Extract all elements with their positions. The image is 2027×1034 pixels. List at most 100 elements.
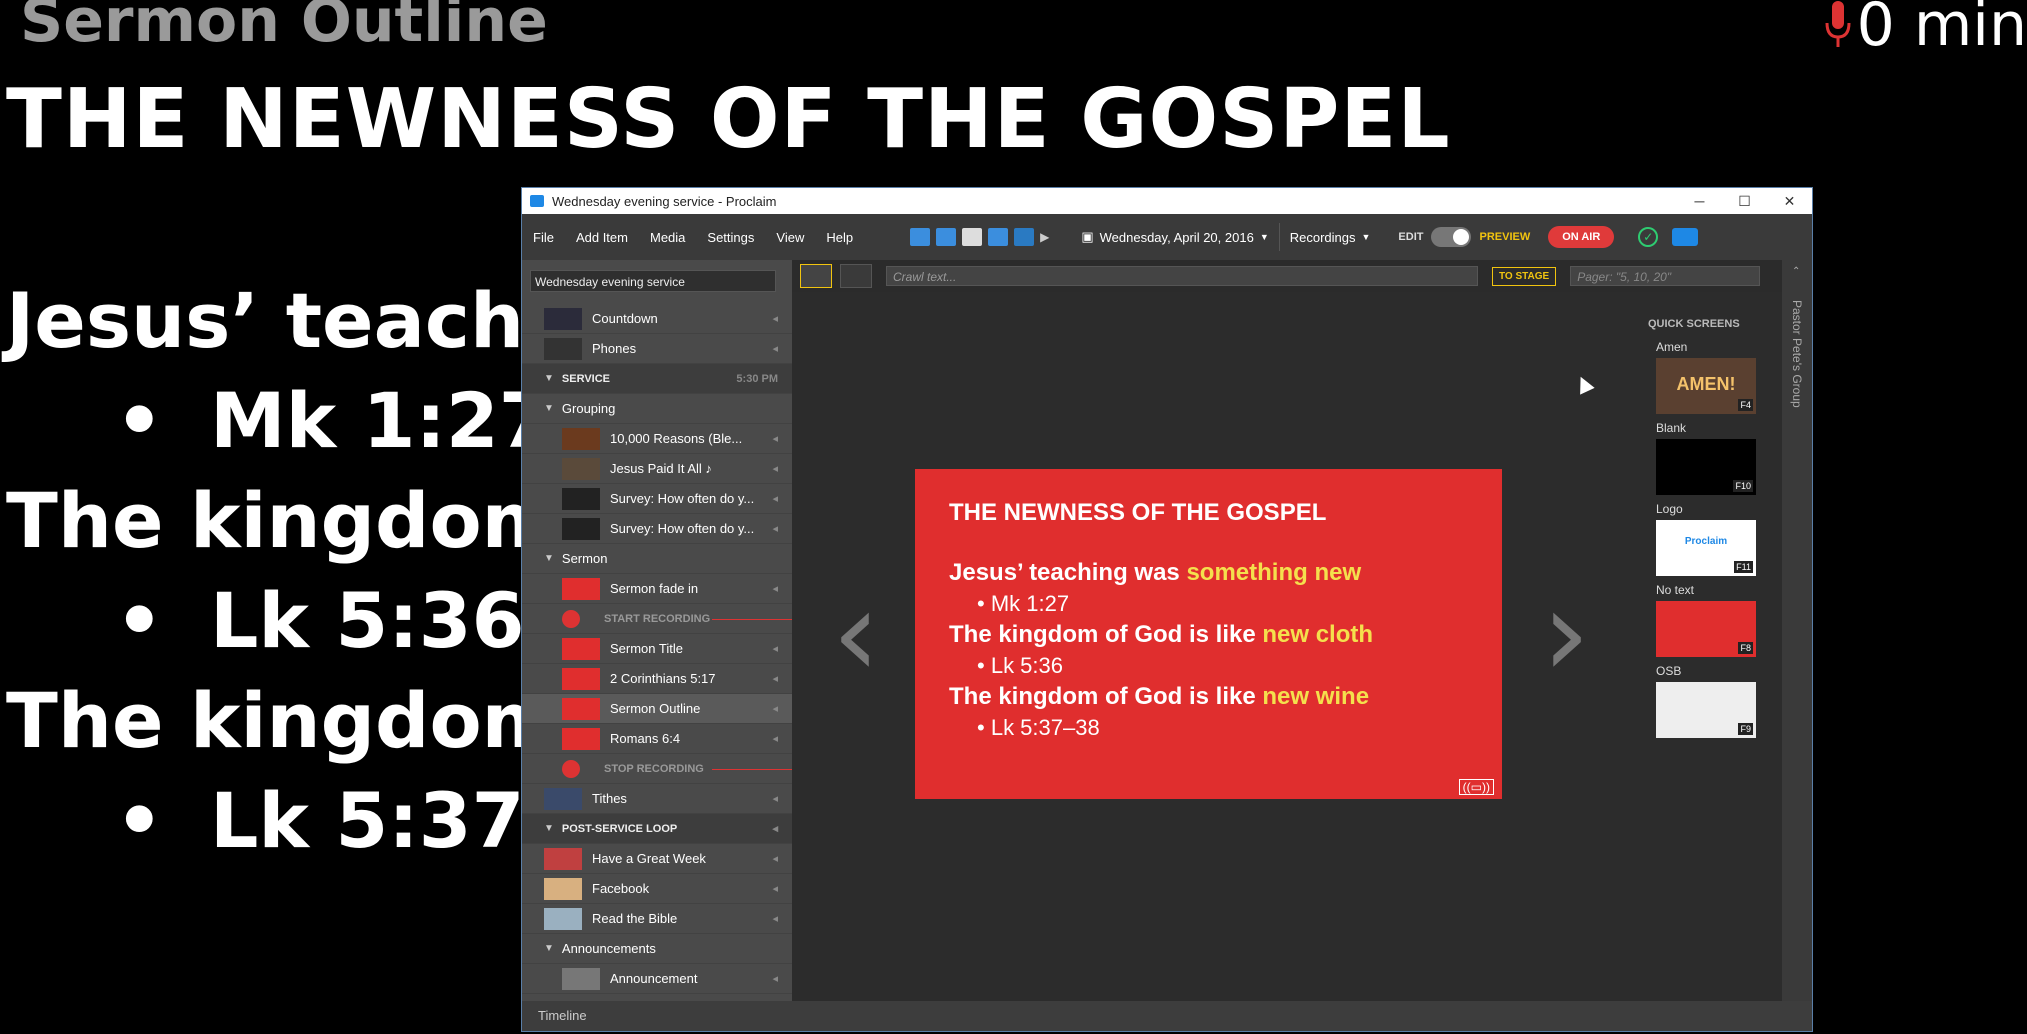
- service-item[interactable]: Facebook ◂: [522, 874, 792, 904]
- quick-screens-title: QUICK SCREENS: [1648, 318, 1740, 330]
- service-item[interactable]: Tithes ◂: [522, 784, 792, 814]
- menu-settings[interactable]: Settings: [696, 230, 765, 245]
- quick-screen-thumbnail[interactable]: F10: [1656, 439, 1756, 495]
- expand-chevron-icon[interactable]: ▼: [544, 403, 554, 414]
- group-header[interactable]: ▼ Grouping: [522, 394, 792, 424]
- service-item[interactable]: Have a Great Week ◂: [522, 844, 792, 874]
- menu-media[interactable]: Media: [639, 230, 696, 245]
- volume-icon[interactable]: ◂: [772, 342, 778, 355]
- close-icon[interactable]: ✕: [1767, 188, 1812, 214]
- expand-chevron-icon[interactable]: ▼: [544, 553, 554, 564]
- volume-icon[interactable]: ◂: [772, 852, 778, 865]
- service-sidebar: Wednesday evening service Countdown ◂ Phon…: [522, 260, 792, 1002]
- service-item[interactable]: 10,000 Reasons (Ble... ◂: [522, 424, 792, 454]
- expand-chevron-icon[interactable]: ▼: [544, 823, 554, 834]
- quick-screen-item[interactable]: Amen AMEN! F4: [1656, 340, 1756, 414]
- person-photo-icon[interactable]: [962, 228, 983, 246]
- slide-thumb-icon[interactable]: [936, 228, 957, 246]
- expand-chevron-icon[interactable]: ▼: [544, 943, 554, 954]
- section-header[interactable]: ▼ SERVICE 5:30 PM: [522, 364, 792, 394]
- section-header[interactable]: ▼ POST-SERVICE LOOP ◂: [522, 814, 792, 844]
- quick-screen-item[interactable]: OSB F9: [1656, 664, 1756, 738]
- group-header[interactable]: ▼ Sermon: [522, 544, 792, 574]
- pager-input[interactable]: Pager: "5, 10, 20": [1570, 266, 1761, 286]
- service-item[interactable]: Romans 6:4 ◂: [522, 724, 792, 754]
- menu-file[interactable]: File: [522, 230, 565, 245]
- service-item[interactable]: Announcement ◂: [522, 964, 792, 994]
- quick-screen-item[interactable]: No text F8: [1656, 583, 1756, 657]
- section-time: 5:30 PM: [736, 372, 778, 385]
- maximize-icon[interactable]: ☐: [1722, 188, 1767, 214]
- menu-add-item[interactable]: Add Item: [565, 230, 639, 245]
- volume-icon[interactable]: ◂: [772, 882, 778, 895]
- service-name-field[interactable]: Wednesday evening service: [530, 270, 776, 292]
- grid-view-icon[interactable]: [840, 264, 872, 288]
- timeline-bar[interactable]: Timeline: [522, 1001, 1812, 1031]
- stage-bullet-3: • Lk 5:37–: [115, 776, 563, 865]
- service-item[interactable]: Jesus Paid It All ♪ ◂: [522, 454, 792, 484]
- sync-status-icon[interactable]: ✓: [1638, 227, 1659, 247]
- service-item[interactable]: Phones ◂: [522, 334, 792, 364]
- quick-screen-item[interactable]: Blank F10: [1656, 421, 1756, 495]
- broadcast-icon[interactable]: ((▭)): [1458, 779, 1494, 795]
- menu-view[interactable]: View: [765, 230, 815, 245]
- service-item[interactable]: Survey: How often do y... ◂: [522, 484, 792, 514]
- play-icon[interactable]: ▶: [1040, 230, 1049, 244]
- quick-screen-thumbnail[interactable]: Proclaim F11: [1656, 520, 1756, 576]
- volume-icon[interactable]: ◂: [772, 702, 778, 715]
- volume-icon[interactable]: ◂: [772, 972, 778, 985]
- recording-marker[interactable]: STOP RECORDING: [522, 754, 792, 784]
- item-label: POST-SERVICE LOOP: [561, 822, 678, 835]
- volume-icon[interactable]: ◂: [772, 522, 778, 535]
- item-label: Sermon Title: [610, 641, 683, 656]
- service-item[interactable]: Sermon Title ◂: [522, 634, 792, 664]
- next-slide-icon[interactable]: ›: [1542, 575, 1590, 695]
- recording-marker[interactable]: START RECORDING: [522, 604, 792, 634]
- volume-icon[interactable]: ◂: [772, 672, 778, 685]
- service-item[interactable]: Sermon fade in ◂: [522, 574, 792, 604]
- service-item[interactable]: 2 Corinthians 5:17 ◂: [522, 664, 792, 694]
- on-air-button[interactable]: ON AIR: [1548, 226, 1615, 248]
- title-bar: Wednesday evening service - Proclaim ─ ☐…: [522, 188, 1812, 214]
- volume-icon[interactable]: ◂: [772, 792, 778, 805]
- quick-screen-item[interactable]: Logo Proclaim F11: [1656, 502, 1756, 576]
- service-item[interactable]: Countdown ◂: [522, 304, 792, 334]
- previous-slide-icon[interactable]: ‹: [832, 575, 880, 695]
- volume-icon[interactable]: ◂: [772, 462, 778, 475]
- volume-icon[interactable]: ◂: [772, 582, 778, 595]
- volume-icon[interactable]: ◂: [772, 432, 778, 445]
- proclaim-window: Wednesday evening service - Proclaim ─ ☐…: [521, 187, 1813, 1032]
- item-label: Announcement: [610, 971, 698, 986]
- group-label[interactable]: Pastor Pete's Group: [1790, 300, 1804, 408]
- recordings-menu[interactable]: Recordings ▼: [1290, 230, 1371, 245]
- group-header[interactable]: ▼ Announcements: [522, 934, 792, 964]
- collapse-icon[interactable]: ⌃: [1792, 266, 1800, 277]
- crawl-text-input[interactable]: Crawl text...: [886, 266, 1478, 286]
- item-thumbnail: [562, 667, 600, 690]
- person-icon[interactable]: [988, 228, 1009, 246]
- menu-help[interactable]: Help: [815, 230, 864, 245]
- service-item[interactable]: Sermon Outline ◂: [522, 694, 792, 724]
- item-thumbnail: [562, 427, 600, 450]
- quick-screen-thumbnail[interactable]: F8: [1656, 601, 1756, 657]
- service-item[interactable]: Survey: How often do y... ◂: [522, 514, 792, 544]
- list-view-icon[interactable]: [800, 264, 832, 288]
- to-stage-button[interactable]: TO STAGE: [1492, 266, 1557, 286]
- service-date-picker[interactable]: ▣ Wednesday, April 20, 2016 ▼: [1081, 229, 1268, 245]
- item-thumbnail: [544, 787, 582, 810]
- volume-icon[interactable]: ◂: [772, 732, 778, 745]
- volume-icon[interactable]: ◂: [772, 822, 778, 835]
- device-icon[interactable]: [1014, 228, 1035, 246]
- account-menu-icon[interactable]: [1672, 228, 1699, 246]
- expand-chevron-icon[interactable]: ▼: [544, 373, 554, 384]
- minimize-icon[interactable]: ─: [1677, 188, 1722, 214]
- volume-icon[interactable]: ◂: [772, 912, 778, 925]
- service-item[interactable]: Read the Bible ◂: [522, 904, 792, 934]
- quick-screen-thumbnail[interactable]: AMEN! F4: [1656, 358, 1756, 414]
- edit-preview-toggle[interactable]: [1431, 227, 1472, 247]
- volume-icon[interactable]: ◂: [772, 312, 778, 325]
- quick-screen-thumbnail[interactable]: F9: [1656, 682, 1756, 738]
- volume-icon[interactable]: ◂: [772, 642, 778, 655]
- volume-icon[interactable]: ◂: [772, 492, 778, 505]
- slide-thumb-icon[interactable]: [910, 228, 931, 246]
